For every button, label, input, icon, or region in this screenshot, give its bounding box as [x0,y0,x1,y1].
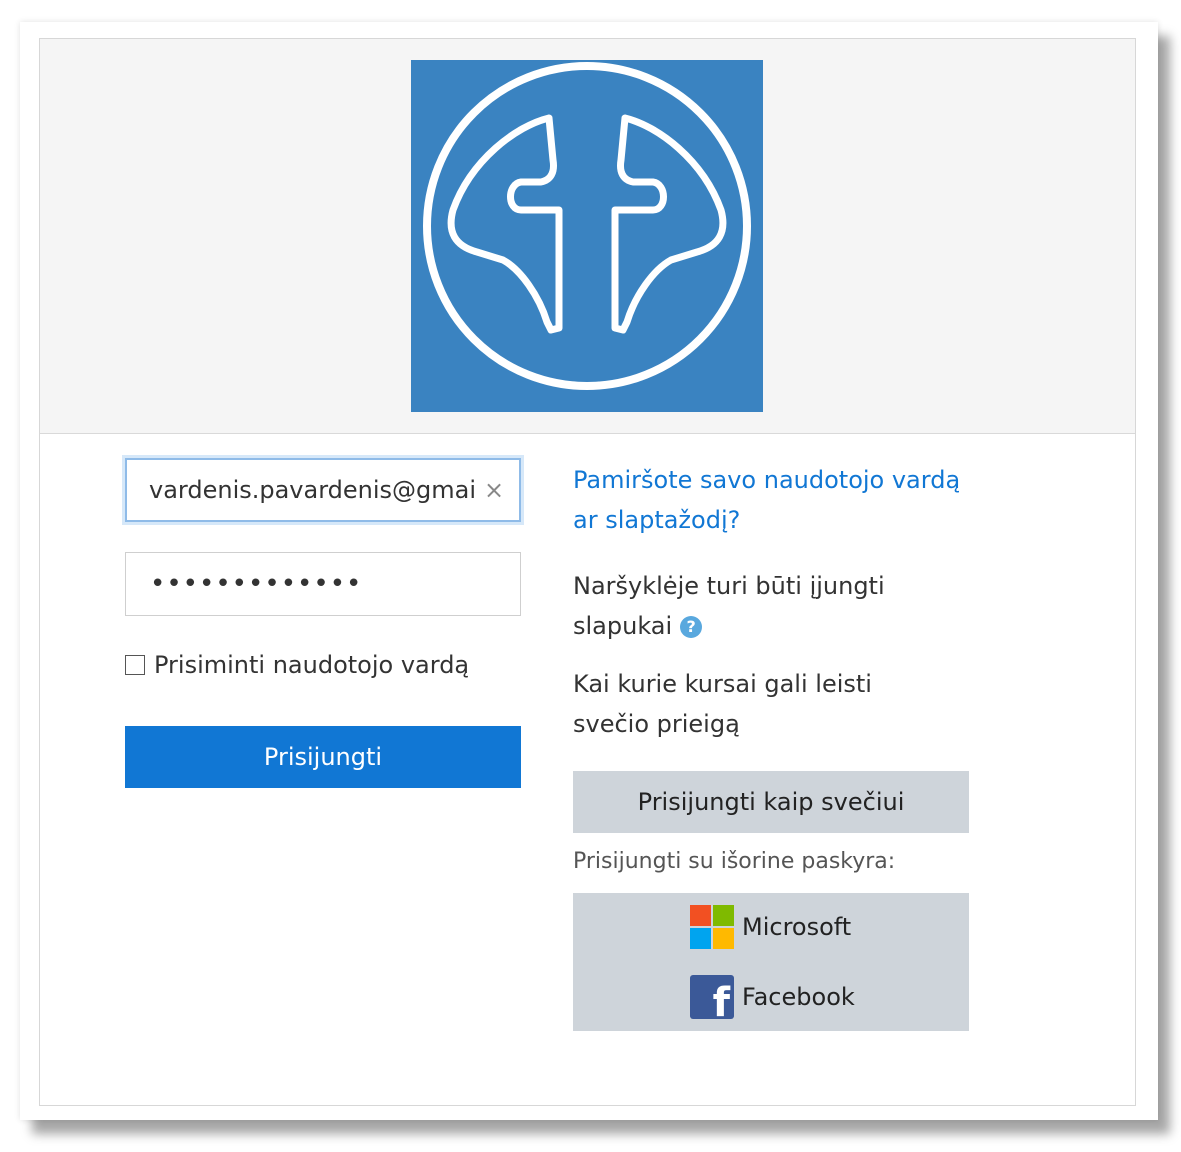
remember-username-row[interactable]: Prisiminti naudotojo vardą [125,648,469,682]
remember-label: Prisiminti naudotojo vardą [154,651,470,679]
clear-icon[interactable]: × [483,478,505,502]
info-column: Pamiršote savo naudotojo vardą ar slapta… [573,460,973,744]
guest-login-button[interactable]: Prisijungti kaip svečiui [573,771,969,833]
logo-emblem-icon [423,62,751,390]
help-icon[interactable]: ? [680,616,703,638]
microsoft-icon [690,905,734,949]
username-field[interactable]: vardenis.pavardenis@gmai × [125,458,521,522]
facebook-label: Facebook [742,983,855,1011]
facebook-login-button[interactable]: f Facebook [690,975,855,1019]
cookies-notice: Naršyklėje turi būti įjungti slapukai? [573,566,903,646]
login-button[interactable]: Prisijungti [125,726,521,788]
site-logo [411,60,763,412]
external-login-label: Prisijungti su išorine paskyra: [573,849,896,874]
password-field[interactable]: ••••••••••••• [125,552,521,616]
facebook-glyph: f [712,980,730,1019]
forgot-password-link[interactable]: Pamiršote savo naudotojo vardą ar slapta… [573,460,963,540]
remember-checkbox[interactable] [125,655,145,675]
microsoft-label: Microsoft [742,913,852,941]
guest-access-text: Kai kurie kursai gali leisti svečio prie… [573,670,872,738]
microsoft-login-button[interactable]: Microsoft [690,905,851,949]
external-login-box: Microsoft f Facebook [573,893,969,1031]
login-header [40,39,1135,434]
username-value: vardenis.pavardenis@gmai [149,476,477,504]
facebook-icon: f [690,975,734,1019]
cookies-text: Naršyklėje turi būti įjungti slapukai [573,572,885,640]
